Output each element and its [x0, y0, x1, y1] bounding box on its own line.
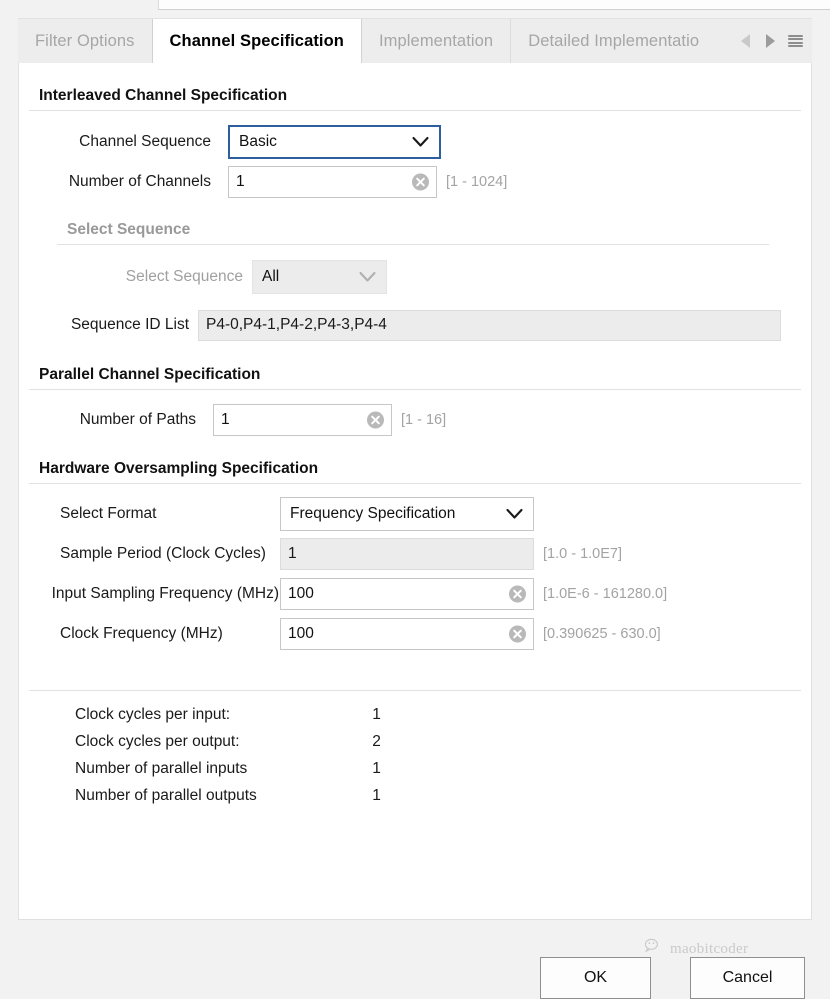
- ok-button-label: OK: [584, 969, 607, 987]
- section-title-select-sequence: Select Sequence: [57, 221, 769, 245]
- summary-row: Clock cycles per input: 1: [19, 701, 811, 728]
- tab-implementation[interactable]: Implementation: [362, 19, 511, 63]
- sequence-id-list-value: P4-0,P4-1,P4-2,P4-3,P4-4: [206, 316, 387, 334]
- label-sequence-id-list: Sequence ID List: [19, 316, 189, 334]
- number-of-channels-range-hint: [1 - 1024]: [446, 174, 507, 190]
- chevron-down-icon: [412, 137, 429, 148]
- number-of-paths-value: 1: [221, 411, 230, 429]
- summary-label: Number of parallel inputs: [19, 760, 329, 778]
- number-of-paths-input[interactable]: 1: [213, 404, 392, 436]
- number-of-channels-input[interactable]: 1: [228, 166, 437, 198]
- input-sampling-frequency-value: 100: [288, 585, 314, 603]
- clock-frequency-range-hint: [0.390625 - 630.0]: [543, 626, 661, 642]
- tab-label: Filter Options: [35, 32, 135, 51]
- label-channel-sequence: Channel Sequence: [19, 133, 211, 151]
- parent-toolbar-strip: [158, 0, 830, 10]
- label-number-of-paths: Number of Paths: [19, 411, 196, 429]
- tab-channel-specification[interactable]: Channel Specification: [152, 19, 362, 63]
- label-sample-period: Sample Period (Clock Cycles): [19, 545, 264, 563]
- input-sampling-frequency-input[interactable]: 100: [280, 578, 534, 610]
- watermark-text: maobitcoder: [670, 941, 748, 958]
- parent-toolbar-sliver: [0, 0, 830, 14]
- sample-period-range-hint: [1.0 - 1.0E7]: [543, 546, 622, 562]
- select-sequence-value: All: [262, 268, 279, 286]
- select-format-dropdown[interactable]: Frequency Specification: [280, 497, 534, 531]
- sample-period-value: 1: [288, 545, 297, 563]
- tab-list-menu-button[interactable]: [787, 32, 803, 50]
- tab-scroll-left-button[interactable]: [737, 32, 753, 50]
- summary-row: Number of parallel outputs 1: [19, 782, 811, 809]
- triangle-left-icon: [741, 34, 750, 48]
- triangle-right-icon: [766, 34, 775, 48]
- channel-sequence-dropdown[interactable]: Basic: [228, 125, 441, 159]
- number-of-paths-range-hint: [1 - 16]: [401, 412, 446, 428]
- label-input-sampling-frequency: Input Sampling Frequency (MHz): [19, 585, 279, 603]
- label-clock-frequency: Clock Frequency (MHz): [19, 625, 264, 643]
- chevron-down-icon: [506, 509, 523, 520]
- tab-filter-options[interactable]: Filter Options: [18, 19, 153, 63]
- clock-frequency-value: 100: [288, 625, 314, 643]
- tab-label: Detailed Implementatio: [528, 32, 699, 51]
- clock-frequency-input[interactable]: 100: [280, 618, 534, 650]
- ok-button[interactable]: OK: [540, 957, 651, 999]
- clear-circle-icon[interactable]: [367, 412, 384, 429]
- sequence-id-list-input: P4-0,P4-1,P4-2,P4-3,P4-4: [198, 310, 781, 341]
- summary-label: Clock cycles per output:: [19, 733, 329, 751]
- section-title-oversampling: Hardware Oversampling Specification: [29, 460, 801, 484]
- summary-value: 1: [329, 787, 424, 805]
- clear-circle-icon[interactable]: [412, 174, 429, 191]
- summary-row: Clock cycles per output: 2: [19, 728, 811, 755]
- clear-circle-icon[interactable]: [509, 626, 526, 643]
- summary-value: 1: [329, 706, 424, 724]
- input-sampling-frequency-range-hint: [1.0E-6 - 161280.0]: [543, 586, 667, 602]
- section-title-parallel: Parallel Channel Specification: [29, 366, 801, 390]
- channel-sequence-value: Basic: [239, 133, 277, 151]
- label-number-of-channels: Number of Channels: [19, 173, 211, 191]
- clear-circle-icon[interactable]: [509, 586, 526, 603]
- select-format-value: Frequency Specification: [290, 505, 455, 523]
- tab-bar: Filter Options Channel Specification Imp…: [18, 18, 812, 63]
- select-sequence-dropdown: All: [252, 260, 387, 294]
- cancel-button[interactable]: Cancel: [690, 957, 805, 999]
- tab-label: Implementation: [379, 32, 493, 51]
- summary-value: 1: [329, 760, 424, 778]
- chevron-down-icon: [359, 272, 376, 283]
- tab-label: Channel Specification: [170, 32, 344, 51]
- summary-row: Number of parallel inputs 1: [19, 755, 811, 782]
- number-of-channels-value: 1: [236, 173, 245, 191]
- section-title-interleaved: Interleaved Channel Specification: [29, 87, 801, 111]
- tab-navigation-controls: [735, 19, 812, 63]
- summary-label: Clock cycles per input:: [19, 706, 329, 724]
- tab-scroll-right-button[interactable]: [762, 32, 778, 50]
- sample-period-input: 1: [280, 538, 534, 570]
- summary-label: Number of parallel outputs: [19, 787, 329, 805]
- cancel-button-label: Cancel: [723, 969, 773, 987]
- channel-specification-panel: Interleaved Channel Specification Channe…: [18, 63, 812, 920]
- hamburger-icon: [788, 35, 803, 48]
- summary-divider: [29, 690, 801, 691]
- tab-detailed-implementation[interactable]: Detailed Implementatio: [511, 19, 716, 63]
- summary-value: 2: [329, 733, 424, 751]
- label-select-format: Select Format: [19, 505, 264, 523]
- summary-list: Clock cycles per input: 1 Clock cycles p…: [19, 701, 811, 809]
- label-select-sequence: Select Sequence: [19, 268, 243, 286]
